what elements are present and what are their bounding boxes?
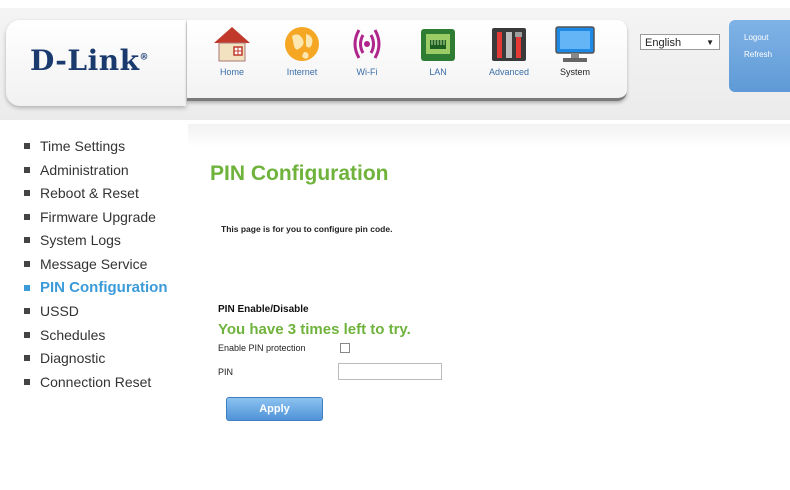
nav-home[interactable]: Home (202, 24, 262, 94)
globe-icon (285, 27, 319, 61)
top-nav: Home Internet Wi-Fi LAN Advanced System (187, 20, 627, 101)
section-title: PIN Enable/Disable (218, 304, 309, 315)
sidebar-item-firmware-upgrade[interactable]: Firmware Upgrade (24, 209, 168, 233)
sidebar-item-administration[interactable]: Administration (24, 162, 168, 186)
language-value: English (645, 37, 682, 49)
account-panel: Logout Refresh (729, 20, 790, 92)
sidebar-item-pin-configuration[interactable]: PIN Configuration (24, 279, 168, 304)
language-select[interactable]: English ▼ (640, 34, 720, 50)
apply-button[interactable]: Apply (226, 397, 323, 421)
tools-icon (492, 28, 526, 61)
nav-wifi[interactable]: Wi-Fi (337, 24, 397, 94)
chevron-down-icon: ▼ (706, 38, 714, 47)
nav-system[interactable]: System (545, 24, 605, 94)
sidebar-menu: Time Settings Administration Reboot & Re… (24, 138, 168, 398)
nav-wifi-label: Wi-Fi (356, 67, 378, 77)
sidebar-item-connection-reset[interactable]: Connection Reset (24, 374, 168, 398)
page-title: PIN Configuration (210, 162, 389, 185)
enable-pin-label: Enable PIN protection (218, 343, 306, 353)
logout-link[interactable]: Logout (729, 33, 790, 42)
nav-lan-label: LAN (429, 67, 447, 77)
wifi-icon (353, 29, 381, 59)
dlink-logo: D-Link® (30, 44, 149, 77)
monitor-icon (555, 26, 595, 62)
sidebar-item-time-settings[interactable]: Time Settings (24, 138, 168, 162)
sidebar-item-ussd[interactable]: USSD (24, 303, 168, 327)
pin-label: PIN (218, 367, 234, 377)
sidebar-item-diagnostic[interactable]: Diagnostic (24, 350, 168, 374)
sidebar-item-message-service[interactable]: Message Service (24, 256, 168, 280)
lan-icon (421, 29, 455, 61)
home-icon (214, 27, 250, 62)
nav-home-label: Home (219, 67, 244, 77)
sidebar-item-reboot-reset[interactable]: Reboot & Reset (24, 185, 168, 209)
sidebar-item-schedules[interactable]: Schedules (24, 327, 168, 351)
nav-lan[interactable]: LAN (408, 24, 468, 94)
nav-advanced[interactable]: Advanced (479, 24, 539, 94)
nav-system-label: System (559, 67, 590, 77)
attempts-message: You have 3 times left to try. (218, 321, 411, 338)
nav-internet[interactable]: Internet (272, 24, 332, 94)
pin-input[interactable] (338, 363, 442, 380)
sidebar-item-system-logs[interactable]: System Logs (24, 232, 168, 256)
refresh-link[interactable]: Refresh (729, 50, 790, 59)
logo-registered-mark: ® (139, 52, 150, 63)
nav-advanced-label: Advanced (488, 67, 530, 77)
nav-internet-label: Internet (286, 67, 318, 77)
top-strip (0, 0, 790, 8)
logo-text: D-Link (30, 44, 140, 77)
page-description: This page is for you to configure pin co… (221, 224, 393, 234)
enable-pin-checkbox[interactable] (340, 343, 350, 353)
